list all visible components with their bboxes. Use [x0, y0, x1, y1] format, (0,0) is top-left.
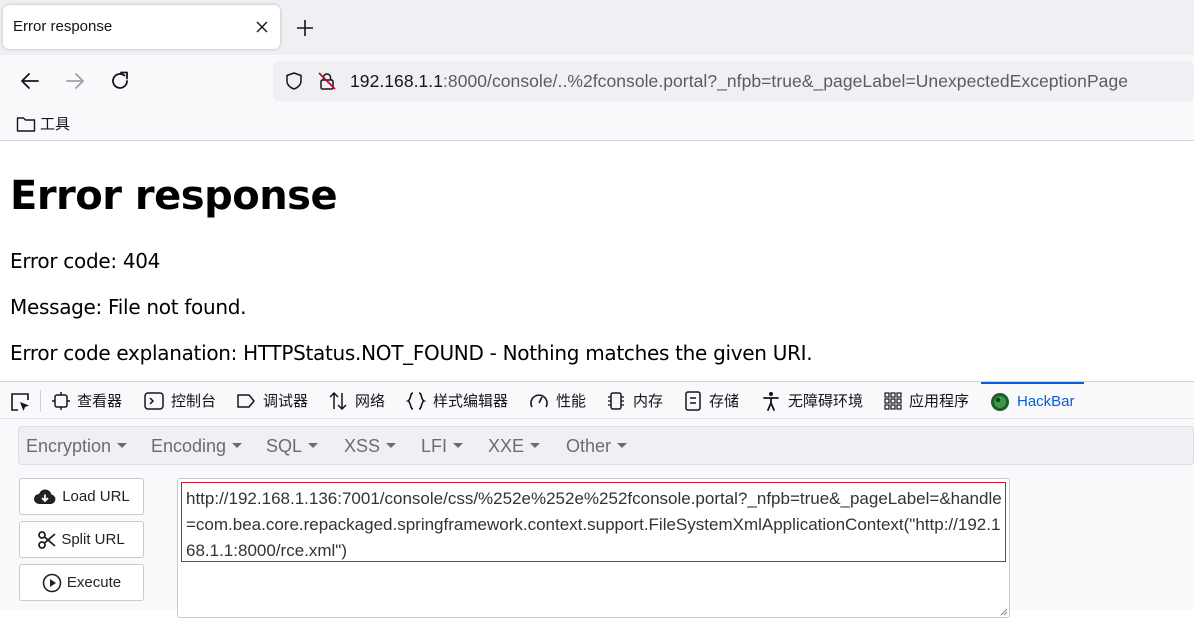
tab-label: 调试器 — [263, 393, 309, 410]
menu-encryption[interactable]: Encryption — [26, 436, 128, 457]
caret-down-icon — [308, 442, 319, 448]
folder-icon — [16, 116, 36, 132]
tab-label: HackBar — [1017, 393, 1075, 410]
button-label: Load URL — [62, 488, 130, 505]
error-explanation-line: Error code explanation: HTTPStatus.NOT_F… — [10, 341, 813, 365]
url-bar[interactable]: 192.168.1.1:8000/console/..%2fconsole.po… — [273, 61, 1194, 101]
play-circle-icon — [42, 573, 62, 592]
tab-label: 样式编辑器 — [433, 393, 509, 410]
tab-network[interactable]: 网络 — [328, 382, 385, 419]
bookmark-folder-tools[interactable]: 工具 — [16, 113, 70, 134]
debugger-icon — [237, 393, 255, 408]
page-content: Error response Error code: 404 Message: … — [0, 141, 1194, 381]
hackbar-panel: Encryption Encoding SQL XSS LFI XXE Othe… — [0, 419, 1194, 618]
menu-label: XSS — [344, 436, 381, 456]
hackbar-menu-bar: Encryption Encoding SQL XSS LFI XXE Othe… — [18, 426, 1194, 465]
bookmarks-toolbar: 工具 — [0, 107, 1194, 141]
tab-performance[interactable]: 性能 — [529, 382, 586, 419]
menu-label: XXE — [488, 436, 525, 456]
tab-label: 存储 — [709, 393, 740, 410]
browser-tab[interactable]: Error response — [3, 5, 280, 49]
button-label: Split URL — [61, 531, 125, 548]
resize-handle-icon[interactable] — [999, 607, 1008, 616]
accessibility-icon — [763, 391, 779, 411]
tab-label: 网络 — [355, 393, 386, 410]
url-host: 192.168.1.1 — [350, 71, 443, 91]
devtools-toolbar: 查看器 控制台 调试器 网络 样式编辑器 性能 内存 存储 无障碍环境 应用程序… — [0, 381, 1194, 419]
toolbar-divider — [40, 390, 41, 412]
menu-label: Encryption — [26, 436, 112, 456]
page-heading: Error response — [10, 173, 338, 219]
tab-hackbar[interactable]: HackBar — [981, 382, 1084, 419]
close-tab-icon[interactable] — [253, 18, 271, 36]
button-label: Execute — [66, 574, 122, 591]
navigation-bar: 192.168.1.1:8000/console/..%2fconsole.po… — [0, 55, 1194, 107]
execute-button[interactable]: Execute — [19, 564, 144, 601]
caret-down-icon — [232, 442, 243, 448]
application-icon — [884, 391, 902, 410]
insecure-lock-icon[interactable] — [317, 71, 337, 91]
new-tab-icon[interactable] — [293, 16, 317, 40]
url-textarea[interactable]: http://192.168.1.136:7001/console/css/%2… — [177, 478, 1010, 618]
performance-icon — [530, 393, 548, 407]
reload-icon[interactable] — [108, 69, 132, 93]
menu-xxe[interactable]: XXE — [488, 436, 541, 457]
caret-down-icon — [530, 442, 541, 448]
scissors-icon — [38, 530, 56, 549]
error-code-line: Error code: 404 — [10, 249, 161, 273]
storage-icon — [685, 390, 701, 411]
menu-label: SQL — [266, 436, 303, 456]
menu-encoding[interactable]: Encoding — [151, 436, 243, 457]
caret-down-icon — [453, 442, 464, 448]
url-text[interactable]: 192.168.1.1:8000/console/..%2fconsole.po… — [350, 71, 1128, 92]
url-textarea-value[interactable]: http://192.168.1.136:7001/console/css/%2… — [181, 482, 1006, 562]
cloud-download-icon — [34, 489, 56, 504]
tab-label: 内存 — [633, 393, 664, 410]
tab-console[interactable]: 控制台 — [144, 382, 216, 419]
element-picker-icon[interactable] — [9, 391, 31, 413]
caret-down-icon — [117, 442, 128, 448]
tab-inspector[interactable]: 查看器 — [52, 382, 122, 419]
menu-sql[interactable]: SQL — [266, 436, 319, 457]
tab-label: 查看器 — [77, 393, 123, 410]
split-url-button[interactable]: Split URL — [19, 521, 144, 558]
tab-label: 无障碍环境 — [788, 393, 864, 410]
tab-application[interactable]: 应用程序 — [884, 382, 969, 419]
url-path: :8000/console/..%2fconsole.portal?_nfpb=… — [443, 71, 1129, 91]
tab-storage[interactable]: 存储 — [684, 382, 739, 419]
error-message-line: Message: File not found. — [10, 295, 247, 319]
menu-label: Encoding — [151, 436, 227, 456]
menu-xss[interactable]: XSS — [344, 436, 397, 457]
hackbar-icon — [991, 392, 1009, 411]
tracking-protection-shield-icon[interactable] — [284, 71, 304, 91]
tab-memory[interactable]: 内存 — [606, 382, 663, 419]
menu-label: Other — [566, 436, 612, 456]
console-icon — [144, 391, 164, 410]
caret-down-icon — [386, 442, 397, 448]
tab-debugger[interactable]: 调试器 — [236, 382, 308, 419]
load-url-button[interactable]: Load URL — [19, 478, 144, 515]
back-icon[interactable] — [18, 69, 42, 93]
memory-icon — [608, 391, 624, 410]
bookmark-label: 工具 — [40, 116, 71, 133]
tab-label: 性能 — [556, 393, 587, 410]
caret-down-icon — [617, 442, 628, 448]
tab-label: 应用程序 — [909, 393, 970, 410]
menu-lfi[interactable]: LFI — [421, 436, 464, 457]
tab-accessibility[interactable]: 无障碍环境 — [761, 382, 863, 419]
tab-title: Error response — [13, 18, 113, 35]
menu-label: LFI — [421, 436, 448, 456]
menu-other[interactable]: Other — [566, 436, 628, 457]
inspector-icon — [52, 391, 70, 410]
tab-strip: Error response — [0, 0, 1194, 55]
style-editor-icon — [406, 391, 426, 410]
tab-label: 控制台 — [171, 393, 217, 410]
tab-style-editor[interactable]: 样式编辑器 — [406, 382, 508, 419]
forward-icon[interactable] — [63, 69, 87, 93]
network-icon — [329, 391, 347, 410]
